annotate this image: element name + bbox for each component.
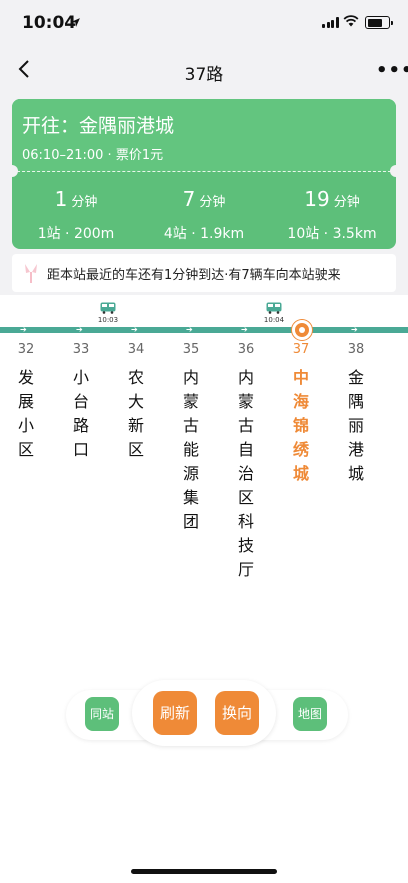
direction-arrow-icon: ➔ xyxy=(241,325,248,334)
balloon-icon xyxy=(25,264,37,283)
status-bar: 10:04 xyxy=(0,0,408,48)
station-number: 33 xyxy=(72,342,90,357)
switch-direction-button[interactable]: 换向 xyxy=(215,691,259,735)
bus-minutes-unit: 分钟 xyxy=(333,195,360,210)
station-number: 36 xyxy=(237,342,255,357)
notice-text: 距本站最近的车还有1分钟到达·有7辆车向本站驶来 xyxy=(47,268,341,283)
more-options-icon[interactable]: ••• xyxy=(376,60,408,81)
home-indicator[interactable] xyxy=(131,869,277,874)
route-line xyxy=(0,327,408,333)
bus-icon[interactable] xyxy=(266,302,282,314)
station-name: 发展小区 xyxy=(17,368,34,459)
station-number: 35 xyxy=(182,342,200,357)
station-number: 38 xyxy=(347,342,365,357)
station-name: 中海锦绣城 xyxy=(292,368,309,483)
card-divider xyxy=(12,171,396,172)
cellular-signal-icon xyxy=(322,17,339,28)
direction-label: 开往：金隅丽港城 xyxy=(22,115,175,137)
bus-minutes: 7 xyxy=(182,187,196,211)
bus-time: 10:03 xyxy=(97,316,119,324)
bus-minutes: 19 xyxy=(304,187,330,211)
direction-arrow-icon: ➔ xyxy=(131,325,138,334)
direction-arrow-icon: ➔ xyxy=(20,325,27,334)
bus-icon[interactable] xyxy=(100,302,116,314)
wifi-icon xyxy=(343,15,359,27)
arrival-card: 开往：金隅丽港城 06:10–21:00 · 票价1元 1 分钟 1站 · 200… xyxy=(12,99,396,249)
status-time: 10:04 xyxy=(22,13,77,33)
refresh-button[interactable]: 刷新 xyxy=(153,691,197,735)
battery-icon xyxy=(365,16,393,29)
same-station-button[interactable]: 同站 xyxy=(85,697,119,731)
bottom-safe-area xyxy=(0,850,408,883)
bus-minutes: 1 xyxy=(54,187,68,211)
station-number: 37 xyxy=(292,342,310,357)
service-hours-price: 06:10–21:00 · 票价1元 xyxy=(22,148,164,163)
direction-arrow-icon: ➔ xyxy=(186,325,193,334)
station-name: 金隅丽港城 xyxy=(347,368,364,483)
bus-distance: 1站 · 200m xyxy=(37,226,115,242)
station-name: 内蒙古能源集团 xyxy=(182,368,199,531)
station-name: 小台路口 xyxy=(72,368,89,459)
bus-distance: 4站 · 1.9km xyxy=(163,226,245,242)
card-notch-right xyxy=(390,165,396,177)
page-title: 37路 xyxy=(184,65,224,85)
arrival-notice: 距本站最近的车还有1分钟到达·有7辆车向本站驶来 xyxy=(12,254,396,292)
navigation-bar: 37路 ••• xyxy=(0,48,408,92)
station-number: 32 xyxy=(17,342,35,357)
direction-arrow-icon: ➔ xyxy=(76,325,83,334)
bus-eta-2[interactable]: 7 分钟 4站 · 1.9km xyxy=(140,187,268,243)
location-arrow-icon xyxy=(71,18,80,27)
station-name: 农大新区 xyxy=(127,368,144,459)
bus-minutes-unit: 分钟 xyxy=(71,195,98,210)
bus-time: 10:04 xyxy=(263,316,285,324)
bus-minutes-unit: 分钟 xyxy=(199,195,226,210)
map-button[interactable]: 地图 xyxy=(293,697,327,731)
direction-arrow-icon: ➔ xyxy=(351,325,358,334)
current-station-marker-icon xyxy=(292,320,312,340)
station-name: 内蒙古自治区科技厅 xyxy=(237,368,254,579)
bus-eta-1[interactable]: 1 分钟 1站 · 200m xyxy=(12,187,140,243)
bus-eta-3[interactable]: 19 分钟 10站 · 3.5km xyxy=(268,187,396,243)
bus-distance: 10站 · 3.5km xyxy=(287,226,377,242)
station-number: 34 xyxy=(127,342,145,357)
